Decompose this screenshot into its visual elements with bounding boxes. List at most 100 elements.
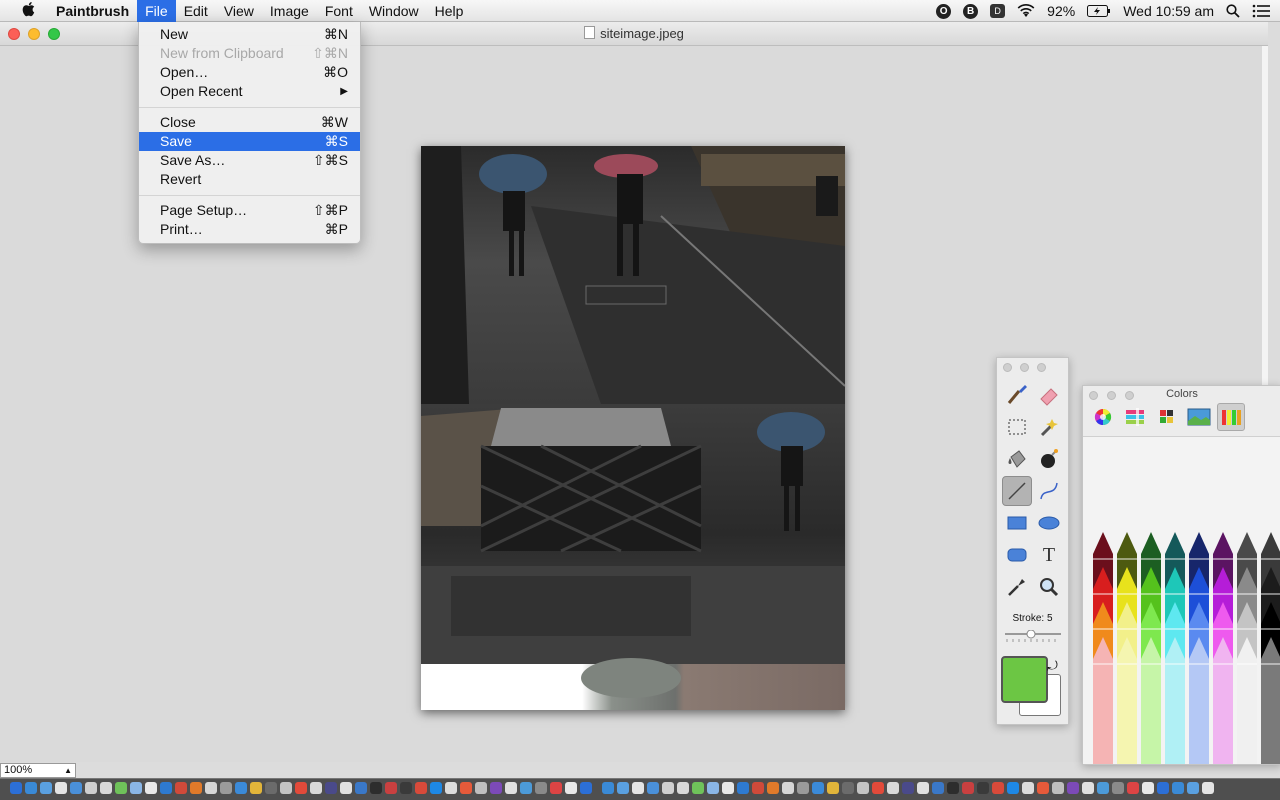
- dock-app-icon[interactable]: [325, 782, 337, 794]
- clock[interactable]: Wed 10:59 am: [1123, 3, 1214, 19]
- dock-app-icon[interactable]: [632, 782, 644, 794]
- menu-file[interactable]: File: [137, 0, 176, 22]
- dock-app-icon[interactable]: [520, 782, 532, 794]
- paint-bucket-icon[interactable]: [1002, 444, 1032, 474]
- d-status-icon[interactable]: D: [990, 4, 1006, 18]
- dock-app-icon[interactable]: [647, 782, 659, 794]
- crayon[interactable]: [1213, 637, 1233, 765]
- wifi-icon[interactable]: [1017, 4, 1035, 18]
- dock-app-icon[interactable]: [535, 782, 547, 794]
- bomb-icon[interactable]: [1034, 444, 1064, 474]
- menu-item-open[interactable]: Open… ⌘O: [139, 63, 360, 82]
- dock-app-icon[interactable]: [160, 782, 172, 794]
- b-status-icon[interactable]: B: [963, 3, 979, 19]
- brush-icon[interactable]: [1002, 380, 1032, 410]
- line-icon[interactable]: [1002, 476, 1032, 506]
- battery-icon[interactable]: [1087, 5, 1111, 17]
- dock-app-icon[interactable]: [505, 782, 517, 794]
- dock-app-icon[interactable]: [662, 782, 674, 794]
- stroke-slider[interactable]: [1005, 629, 1061, 644]
- dock-app-icon[interactable]: [992, 782, 1004, 794]
- dock-app-icon[interactable]: [190, 782, 202, 794]
- dock-app-icon[interactable]: [40, 782, 52, 794]
- crayon-box[interactable]: [1083, 436, 1280, 765]
- dock-app-icon[interactable]: [265, 782, 277, 794]
- dock-app-icon[interactable]: [1142, 782, 1154, 794]
- palette-minimize-button[interactable]: [1020, 363, 1029, 372]
- crayon[interactable]: [1141, 637, 1161, 765]
- dock-app-icon[interactable]: [752, 782, 764, 794]
- dock-app-icon[interactable]: [355, 782, 367, 794]
- crayon[interactable]: [1093, 637, 1113, 765]
- notification-center-icon[interactable]: [1252, 4, 1270, 18]
- dock-app-icon[interactable]: [962, 782, 974, 794]
- dock-app-icon[interactable]: [887, 782, 899, 794]
- dock-app-icon[interactable]: [797, 782, 809, 794]
- crayon[interactable]: [1165, 637, 1185, 765]
- dock-app-icon[interactable]: [70, 782, 82, 794]
- dock-app-icon[interactable]: [782, 782, 794, 794]
- dock-app-icon[interactable]: [617, 782, 629, 794]
- rectangle-icon[interactable]: [1002, 508, 1032, 538]
- dock-app-icon[interactable]: [1082, 782, 1094, 794]
- dock-app-icon[interactable]: [947, 782, 959, 794]
- dock-app-icon[interactable]: [1007, 782, 1019, 794]
- dock-app-icon[interactable]: [902, 782, 914, 794]
- foreground-color-well[interactable]: [1001, 656, 1048, 703]
- dock-app-icon[interactable]: [340, 782, 352, 794]
- dock-app-icon[interactable]: [85, 782, 97, 794]
- menu-help[interactable]: Help: [427, 0, 472, 22]
- dock-app-icon[interactable]: [1202, 782, 1214, 794]
- dock-app-icon[interactable]: [565, 782, 577, 794]
- dock-app-icon[interactable]: [250, 782, 262, 794]
- menu-item-save-as[interactable]: Save As… ⇧⌘S: [139, 151, 360, 170]
- menu-edit[interactable]: Edit: [176, 0, 216, 22]
- dock-app-icon[interactable]: [415, 782, 427, 794]
- canvas-image[interactable]: [421, 146, 845, 710]
- app-menu[interactable]: Paintbrush: [48, 0, 137, 22]
- dock-app-icon[interactable]: [115, 782, 127, 794]
- dock-app-icon[interactable]: [370, 782, 382, 794]
- menu-item-new[interactable]: New ⌘N: [139, 25, 360, 44]
- dock-app-icon[interactable]: [445, 782, 457, 794]
- crayons-grid[interactable]: [1083, 437, 1280, 765]
- menu-item-page-setup[interactable]: Page Setup… ⇧⌘P: [139, 201, 360, 220]
- rounded-rect-icon[interactable]: [1002, 540, 1032, 570]
- dock-app-icon[interactable]: [1067, 782, 1079, 794]
- curve-icon[interactable]: [1034, 476, 1064, 506]
- dock-app-icon[interactable]: [1157, 782, 1169, 794]
- eraser-icon[interactable]: [1034, 380, 1064, 410]
- menu-view[interactable]: View: [216, 0, 262, 22]
- dock-app-icon[interactable]: [400, 782, 412, 794]
- dock-app-icon[interactable]: [977, 782, 989, 794]
- menu-font[interactable]: Font: [317, 0, 361, 22]
- dock-app-icon[interactable]: [1187, 782, 1199, 794]
- dock-app-icon[interactable]: [130, 782, 142, 794]
- dock-app-icon[interactable]: [220, 782, 232, 794]
- dock-app-icon[interactable]: [857, 782, 869, 794]
- selection-icon[interactable]: [1002, 412, 1032, 442]
- menu-item-revert[interactable]: Revert: [139, 170, 360, 189]
- menu-item-close[interactable]: Close ⌘W: [139, 113, 360, 132]
- dock-app-icon[interactable]: [1172, 782, 1184, 794]
- crayons-icon[interactable]: [1217, 403, 1245, 431]
- crayon[interactable]: [1117, 637, 1137, 765]
- ellipse-icon[interactable]: [1034, 508, 1064, 538]
- dock-app-icon[interactable]: [812, 782, 824, 794]
- dock-app-icon[interactable]: [430, 782, 442, 794]
- dock-app-icon[interactable]: [932, 782, 944, 794]
- dock-app-icon[interactable]: [1127, 782, 1139, 794]
- dock-app-icon[interactable]: [692, 782, 704, 794]
- dock-app-icon[interactable]: [460, 782, 472, 794]
- dock-app-icon[interactable]: [310, 782, 322, 794]
- dock-app-icon[interactable]: [827, 782, 839, 794]
- dock-app-icon[interactable]: [25, 782, 37, 794]
- apple-menu-icon[interactable]: [16, 1, 42, 21]
- magic-wand-icon[interactable]: [1034, 412, 1064, 442]
- image-palettes-icon[interactable]: [1185, 403, 1213, 431]
- dock-app-icon[interactable]: [917, 782, 929, 794]
- dock-app-icon[interactable]: [722, 782, 734, 794]
- palette-zoom-button[interactable]: [1037, 363, 1046, 372]
- dock-app-icon[interactable]: [280, 782, 292, 794]
- crayon[interactable]: [1189, 637, 1209, 765]
